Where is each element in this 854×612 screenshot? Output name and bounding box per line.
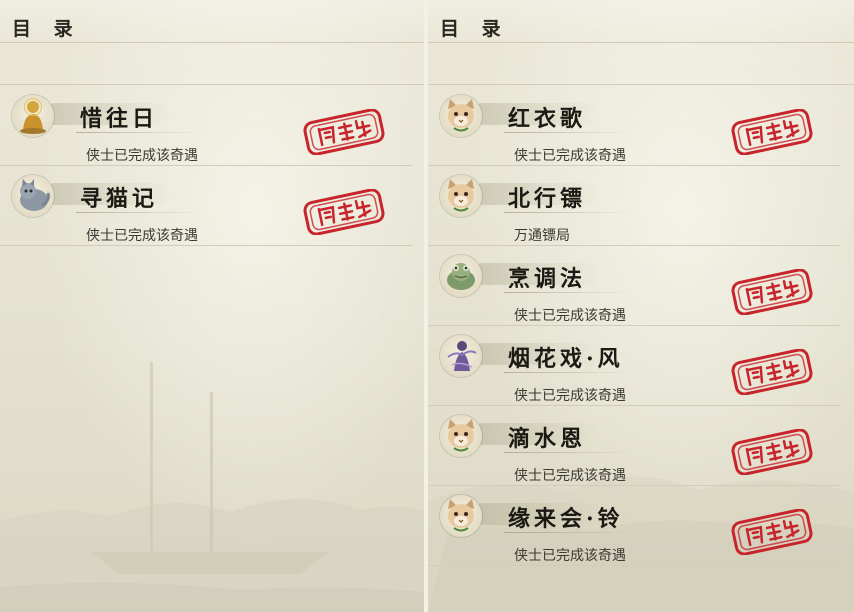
adventure-title: 缘来会·铃 — [508, 506, 624, 532]
adventure-title: 烟花戏·风 — [508, 346, 624, 372]
adventure-status: 侠士已完成该奇遇 — [514, 308, 626, 324]
adventure-title: 惜往日 — [80, 106, 159, 132]
green-toad-icon — [440, 255, 482, 297]
title-underline — [504, 212, 634, 213]
adventure-entry-yanhuaxi-feng[interactable]: 烟花戏·风 侠士已完成该奇遇 — [428, 325, 840, 406]
title-underline — [504, 532, 634, 533]
completed-seal-stamp — [300, 109, 388, 155]
adventure-status: 侠士已完成该奇遇 — [86, 228, 198, 244]
completed-seal-stamp — [728, 109, 816, 155]
left-panel-title: 目 录 — [12, 18, 81, 40]
title-underline — [76, 132, 206, 133]
adventure-title: 滴水恩 — [508, 426, 587, 452]
adventure-title: 北行镖 — [508, 186, 587, 212]
adventure-status: 侠士已完成该奇遇 — [514, 388, 626, 404]
cat-face-icon — [440, 495, 482, 537]
adventure-entry-dishuien[interactable]: 滴水恩 侠士已完成该奇遇 — [428, 405, 840, 486]
completed-seal-stamp — [728, 349, 816, 395]
adventure-location: 万通镖局 — [514, 228, 570, 244]
right-catalog-panel: 目 录 红衣歌 侠士已完成该奇遇 北行镖 万通镖局 烹调法 侠士已完成该奇遇 烟… — [428, 0, 854, 612]
completed-seal-stamp — [300, 189, 388, 235]
adventure-status: 侠士已完成该奇遇 — [514, 468, 626, 484]
title-underline — [504, 132, 634, 133]
title-underline — [504, 292, 634, 293]
right-panel-title: 目 录 — [440, 18, 509, 40]
adventure-status: 侠士已完成该奇遇 — [86, 148, 198, 164]
adventure-entry-pengtiaofa[interactable]: 烹调法 侠士已完成该奇遇 — [428, 245, 840, 326]
adventure-catalog-screen: 目 录 惜往日 侠士已完成该奇遇 寻猫记 侠士已完成该奇遇 目 录 红衣歌 侠士… — [0, 0, 854, 612]
completed-seal-stamp — [728, 509, 816, 555]
adventure-entry-hongyige[interactable]: 红衣歌 侠士已完成该奇遇 — [428, 85, 840, 166]
title-underline — [504, 372, 634, 373]
adventure-status: 侠士已完成该奇遇 — [514, 548, 626, 564]
adventure-title: 寻猫记 — [80, 186, 159, 212]
adventure-status: 侠士已完成该奇遇 — [514, 148, 626, 164]
adventure-title: 烹调法 — [508, 266, 587, 292]
adventure-entry-yuanlaihui-ling[interactable]: 缘来会·铃 侠士已完成该奇遇 — [428, 485, 840, 566]
adventure-title: 红衣歌 — [508, 106, 587, 132]
cat-face-icon — [440, 415, 482, 457]
golden-buddha-icon — [12, 95, 54, 137]
grey-cat-icon — [12, 175, 54, 217]
right-title-bar: 目 录 — [428, 0, 854, 43]
title-underline — [76, 212, 206, 213]
cat-face-icon — [440, 95, 482, 137]
completed-seal-stamp — [728, 269, 816, 315]
left-title-bar: 目 录 — [0, 0, 424, 43]
completed-seal-stamp — [728, 429, 816, 475]
cat-face-icon — [440, 175, 482, 217]
title-underline — [504, 452, 634, 453]
adventure-entry-xunmaoji[interactable]: 寻猫记 侠士已完成该奇遇 — [0, 165, 412, 246]
left-catalog-panel: 目 录 惜往日 侠士已完成该奇遇 寻猫记 侠士已完成该奇遇 — [0, 0, 424, 612]
adventure-entry-beixingbiao[interactable]: 北行镖 万通镖局 — [428, 165, 840, 246]
misty-harbor-scenery — [0, 362, 424, 612]
adventure-entry-xiwangri[interactable]: 惜往日 侠士已完成该奇遇 — [0, 85, 412, 166]
purple-figure-icon — [440, 335, 482, 377]
